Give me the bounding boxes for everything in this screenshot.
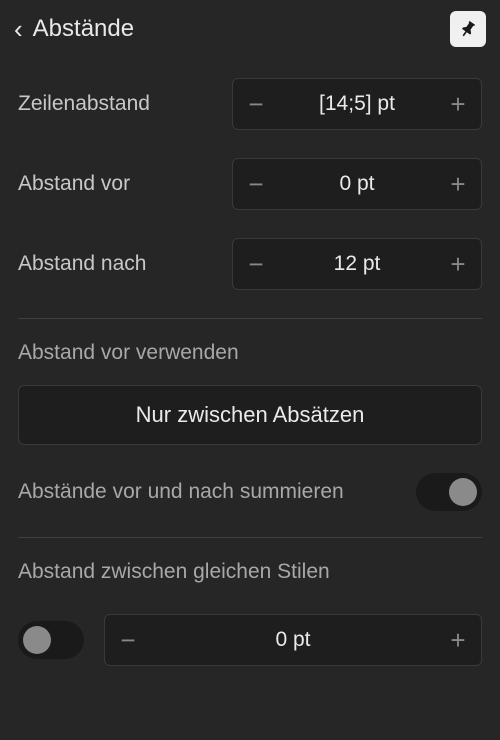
divider (18, 318, 482, 319)
decrement-button[interactable]: − (233, 159, 279, 209)
toggle-knob (449, 478, 477, 506)
increment-button[interactable]: + (435, 615, 481, 665)
same-styles-stepper[interactable]: − 0 pt + (104, 614, 482, 666)
line-spacing-value[interactable]: [14;5] pt (279, 92, 435, 116)
line-spacing-label: Zeilenabstand (18, 92, 232, 116)
back-chevron-icon[interactable]: ‹ (14, 16, 23, 42)
space-before-label: Abstand vor (18, 172, 232, 196)
line-spacing-stepper[interactable]: − [14;5] pt + (232, 78, 482, 130)
space-after-value[interactable]: 12 pt (279, 252, 435, 276)
use-space-before-value: Nur zwischen Absätzen (136, 402, 365, 428)
space-after-row: Abstand nach − 12 pt + (18, 238, 482, 290)
panel-header: ‹ Abstände (0, 0, 500, 58)
increment-button[interactable]: + (435, 79, 481, 129)
sum-spaces-toggle[interactable] (416, 473, 482, 511)
use-space-before-select[interactable]: Nur zwischen Absätzen (18, 385, 482, 445)
decrement-button[interactable]: − (233, 239, 279, 289)
increment-button[interactable]: + (435, 159, 481, 209)
decrement-button[interactable]: − (105, 615, 151, 665)
sum-spaces-label: Abstände vor und nach summieren (18, 478, 416, 506)
space-before-stepper[interactable]: − 0 pt + (232, 158, 482, 210)
panel-title: Abstände (33, 15, 450, 43)
use-space-before-label: Abstand vor verwenden (18, 341, 482, 365)
toggle-knob (23, 626, 51, 654)
same-styles-row: − 0 pt + (18, 614, 482, 666)
pin-icon (458, 19, 478, 39)
same-styles-toggle[interactable] (18, 621, 84, 659)
decrement-button[interactable]: − (233, 79, 279, 129)
space-before-row: Abstand vor − 0 pt + (18, 158, 482, 210)
space-before-value[interactable]: 0 pt (279, 172, 435, 196)
same-styles-label: Abstand zwischen gleichen Stilen (18, 560, 482, 584)
space-after-stepper[interactable]: − 12 pt + (232, 238, 482, 290)
space-after-label: Abstand nach (18, 252, 232, 276)
panel-content: Zeilenabstand − [14;5] pt + Abstand vor … (0, 78, 500, 666)
same-styles-value[interactable]: 0 pt (151, 628, 435, 652)
divider (18, 537, 482, 538)
line-spacing-row: Zeilenabstand − [14;5] pt + (18, 78, 482, 130)
sum-spaces-row: Abstände vor und nach summieren (18, 473, 482, 511)
pin-button[interactable] (450, 11, 486, 47)
increment-button[interactable]: + (435, 239, 481, 289)
